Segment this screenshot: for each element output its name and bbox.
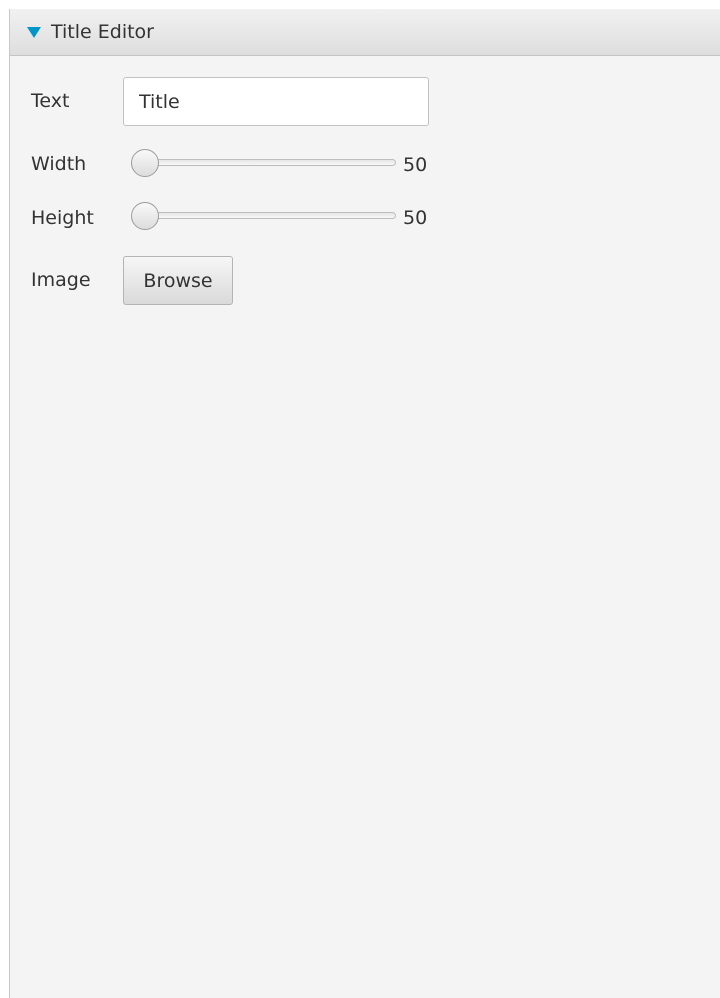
browse-button[interactable]: Browse [123,256,233,305]
width-slider[interactable] [131,148,396,178]
width-slider-track[interactable] [139,159,396,166]
height-slider[interactable] [131,201,396,231]
width-label: Width [31,153,87,175]
height-slider-track[interactable] [139,212,396,219]
height-label: Height [31,207,94,229]
text-input[interactable] [123,77,429,126]
panel-header[interactable]: Title Editor [10,9,720,56]
height-slider-thumb[interactable] [131,202,159,230]
collapse-triangle-icon[interactable] [27,27,41,38]
width-slider-thumb[interactable] [131,149,159,177]
width-value: 50 [403,154,428,176]
panel-title: Title Editor [51,21,154,43]
text-label: Text [31,90,70,112]
image-label: Image [31,269,91,291]
title-editor-panel: Title Editor Text Width 50 Height 50 Ima… [9,9,720,998]
height-value: 50 [403,207,428,229]
